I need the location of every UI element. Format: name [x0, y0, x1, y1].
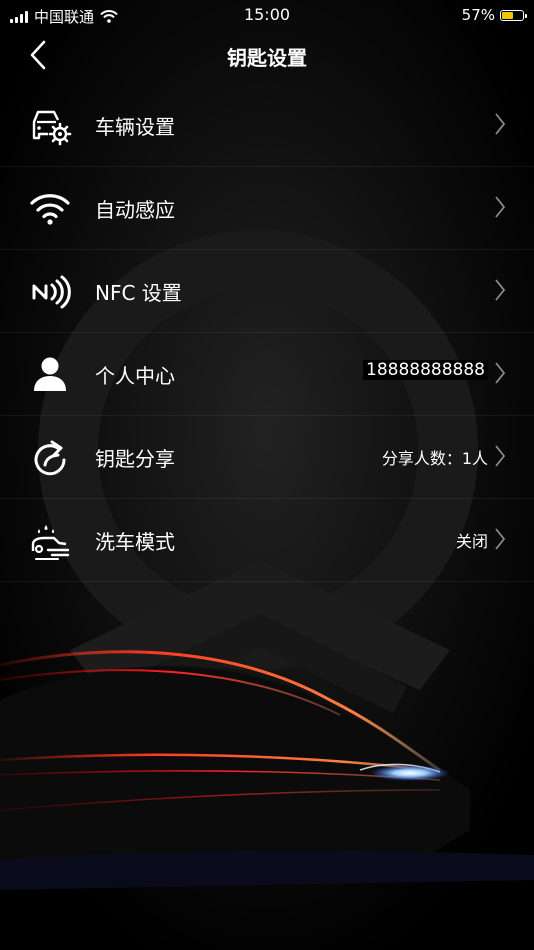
menu-item-auto-sensing[interactable]: 自动感应: [0, 167, 534, 250]
chevron-left-icon: [30, 40, 46, 70]
nav-bar: 钥匙设置: [0, 30, 534, 80]
menu-item-label: 个人中心: [95, 364, 175, 388]
share-count: 分享人数：1人: [381, 449, 488, 468]
menu-item-vehicle-settings[interactable]: 车辆设置: [0, 84, 534, 167]
menu-item-personal-center[interactable]: 个人中心 18888888888: [0, 333, 534, 416]
battery-percent: 57%: [461, 6, 495, 24]
car-wash-icon: [31, 525, 70, 560]
user-icon: [34, 357, 66, 391]
battery-icon: [500, 9, 527, 21]
menu-item-label: 自动感应: [95, 198, 175, 222]
wifi-icon: [30, 194, 70, 225]
chevron-right-icon: [495, 528, 506, 550]
menu-item-nfc-settings[interactable]: NFC 设置: [0, 250, 534, 333]
menu-item-label: 钥匙分享: [95, 447, 175, 471]
chevron-right-icon: [495, 445, 506, 467]
settings-list: 车辆设置 自动感应 NFC 设置 个人中心 18888888888 钥匙分享 分…: [0, 84, 534, 582]
phone-number: 18888888888: [363, 360, 488, 380]
menu-item-label: 车辆设置: [95, 115, 175, 139]
back-button[interactable]: [24, 38, 54, 72]
chevron-right-icon: [495, 279, 506, 301]
chevron-right-icon: [495, 113, 506, 135]
chevron-right-icon: [495, 196, 506, 218]
status-bar: 中国联通 15:00 57%: [0, 0, 534, 30]
status-time: 15:00: [243, 5, 291, 24]
status-right: 57%: [461, 6, 527, 24]
menu-item-label: NFC 设置: [95, 281, 182, 305]
nfc-icon: [32, 275, 71, 309]
share-icon: [34, 440, 66, 476]
menu-item-label: 洗车模式: [95, 530, 175, 554]
menu-item-key-share[interactable]: 钥匙分享 分享人数：1人: [0, 416, 534, 499]
car-wash-status: 关闭: [455, 532, 488, 551]
page-title: 钥匙设置: [227, 46, 307, 70]
car-settings-icon: [32, 110, 72, 146]
battery-level: [502, 11, 514, 19]
chevron-right-icon: [495, 362, 506, 384]
menu-item-car-wash-mode[interactable]: 洗车模式 关闭: [0, 499, 534, 582]
